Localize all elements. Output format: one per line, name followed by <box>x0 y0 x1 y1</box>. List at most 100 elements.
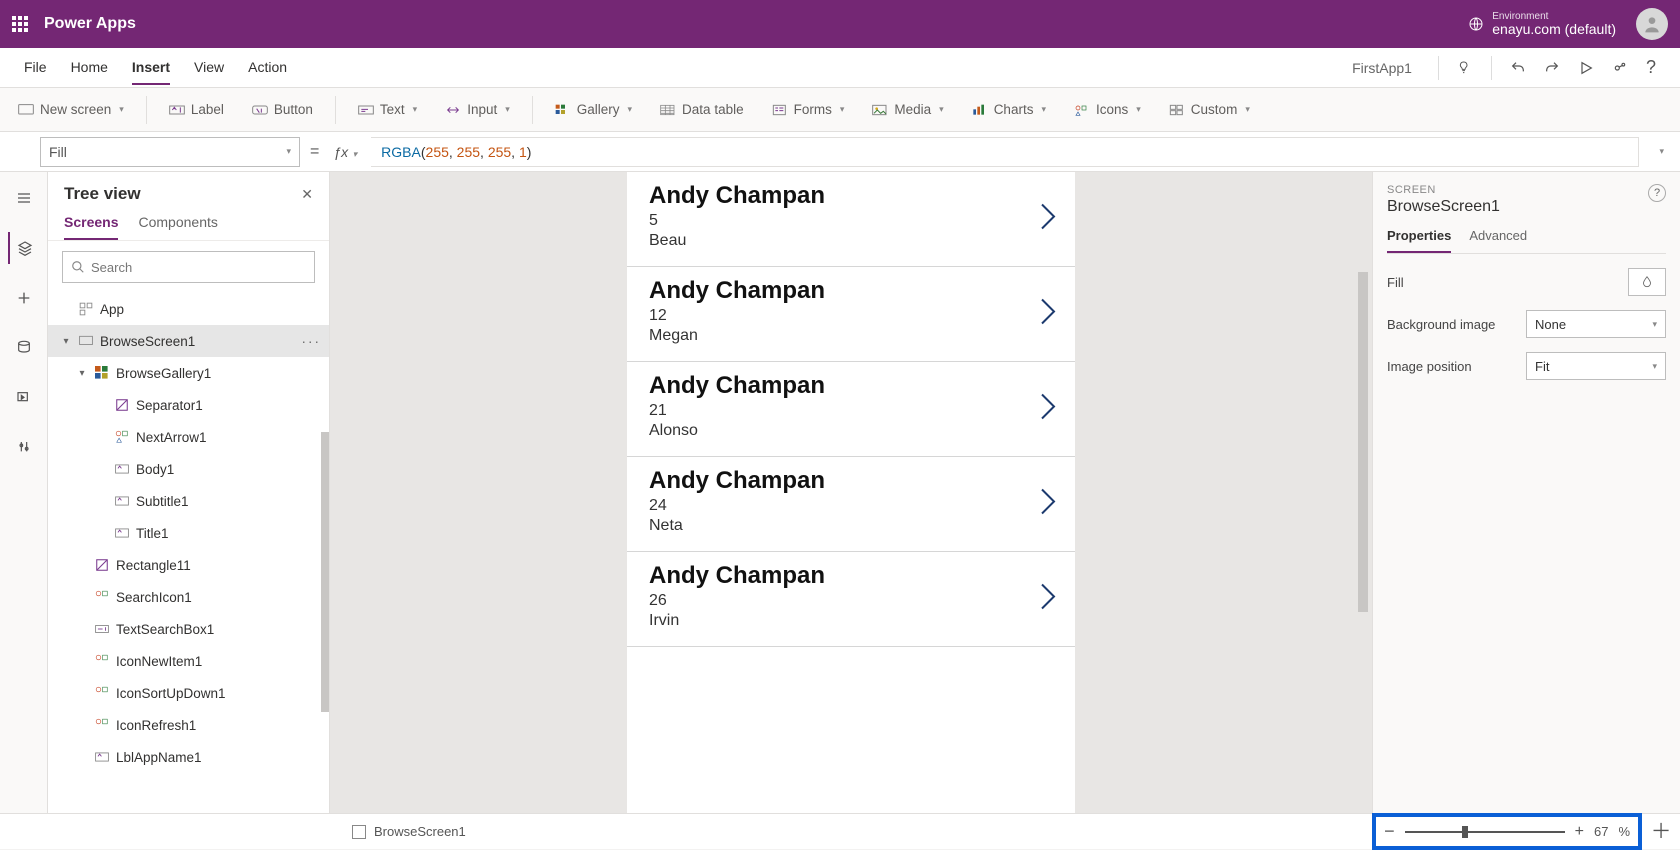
tree-node-browsescreen1[interactable]: ▾ BrowseScreen1 ··· <box>48 325 329 357</box>
tree-node-browsegallery1[interactable]: ▾ BrowseGallery1 <box>48 357 329 389</box>
ribbon-data-table[interactable]: Data table <box>650 96 754 123</box>
rail-data[interactable] <box>8 332 40 364</box>
tree-node-label: Rectangle11 <box>116 558 191 573</box>
tree-node-body1[interactable]: Body1 <box>48 453 329 485</box>
tree-node-label: BrowseGallery1 <box>116 366 211 381</box>
tree-node-rectangle11[interactable]: Rectangle11 <box>48 549 329 581</box>
formula-input[interactable]: RGBA(255, 255, 255, 1) <box>371 137 1639 167</box>
share-icon[interactable] <box>1612 60 1628 76</box>
ribbon-charts[interactable]: Charts▾ <box>962 96 1056 123</box>
ribbon-label[interactable]: Label <box>159 96 234 123</box>
more-icon[interactable]: ··· <box>302 334 322 349</box>
next-arrow-icon[interactable] <box>1039 297 1057 332</box>
product-title: Power Apps <box>44 15 136 33</box>
fill-color-picker[interactable] <box>1628 268 1666 296</box>
property-selector[interactable]: Fill ▾ <box>40 137 300 167</box>
tree-node-searchicon1[interactable]: SearchIcon1 <box>48 581 329 613</box>
zoom-handle[interactable] <box>1462 826 1468 838</box>
play-icon[interactable] <box>1578 60 1594 76</box>
menu-file[interactable]: File <box>24 51 47 85</box>
rectangle-icon <box>95 558 109 572</box>
ribbon-new-screen[interactable]: New screen▾ <box>8 96 134 123</box>
breadcrumb[interactable]: BrowseScreen1 <box>374 824 466 839</box>
gallery-item[interactable]: Andy Champan 24 Neta <box>627 457 1075 552</box>
tree-node-label: IconNewItem1 <box>116 654 202 669</box>
fit-to-window-icon[interactable] <box>1648 819 1673 844</box>
gallery-item[interactable]: Andy Champan 5 Beau <box>627 172 1075 267</box>
scrollbar-thumb[interactable] <box>1358 272 1368 612</box>
left-rail <box>0 172 48 813</box>
tree-node-textsearchbox1[interactable]: TextSearchBox1 <box>48 613 329 645</box>
zoom-slider[interactable] <box>1405 831 1565 833</box>
tree-node-separator1[interactable]: Separator1 <box>48 389 329 421</box>
ribbon-media-label: Media <box>894 102 931 117</box>
environment-picker[interactable]: Environment enayu.com (default) <box>1468 11 1616 37</box>
gallery-item[interactable]: Andy Champan 12 Megan <box>627 267 1075 362</box>
rail-insert[interactable] <box>8 282 40 314</box>
tab-properties[interactable]: Properties <box>1387 228 1451 253</box>
zoom-in-button[interactable]: + <box>1575 823 1584 841</box>
tree-search-input[interactable]: Search <box>62 251 315 283</box>
app-checker-icon[interactable] <box>1457 60 1473 76</box>
tab-advanced[interactable]: Advanced <box>1469 228 1527 253</box>
menu-home[interactable]: Home <box>71 51 108 85</box>
next-arrow-icon[interactable] <box>1039 582 1057 617</box>
canvas-area[interactable]: Andy Champan 5 Beau Andy Champan 12 Mega… <box>330 172 1372 813</box>
user-avatar[interactable] <box>1636 8 1668 40</box>
menu-action[interactable]: Action <box>248 51 287 85</box>
image-position-select[interactable]: Fit▾ <box>1526 352 1666 380</box>
ribbon-media[interactable]: Media▾ <box>862 96 953 123</box>
zoom-out-button[interactable]: − <box>1384 821 1395 842</box>
gallery-body: Beau <box>649 232 1053 250</box>
ribbon-icons[interactable]: Icons▾ <box>1064 96 1151 123</box>
formula-expand-icon[interactable]: ▾ <box>1651 146 1672 157</box>
fx-icon[interactable]: ƒx ▾ <box>329 144 361 160</box>
tree-node-iconsortupdown1[interactable]: IconSortUpDown1 <box>48 677 329 709</box>
color-picker-icon <box>1640 275 1654 289</box>
rail-hamburger[interactable] <box>8 182 40 214</box>
ribbon-custom[interactable]: Custom▾ <box>1159 96 1260 123</box>
forms-icon <box>772 103 788 117</box>
next-arrow-icon[interactable] <box>1039 487 1057 522</box>
charts-icon <box>972 103 988 117</box>
tree-node-nextarrow1[interactable]: NextArrow1 <box>48 421 329 453</box>
tree-node-label: Subtitle1 <box>136 494 189 509</box>
scrollbar-thumb[interactable] <box>321 432 329 712</box>
tree-node-iconnewitem1[interactable]: IconNewItem1 <box>48 645 329 677</box>
tree-node-lblappname1[interactable]: LblAppName1 <box>48 741 329 773</box>
ribbon-forms[interactable]: Forms▾ <box>762 96 855 123</box>
next-arrow-icon[interactable] <box>1039 202 1057 237</box>
undo-icon[interactable] <box>1510 60 1526 76</box>
gallery-item[interactable]: Andy Champan 26 Irvin <box>627 552 1075 647</box>
gallery-body: Neta <box>649 517 1053 535</box>
ribbon-input[interactable]: Input▾ <box>435 96 520 123</box>
help-icon[interactable]: ? <box>1648 184 1666 202</box>
tree-node-subtitle1[interactable]: Subtitle1 <box>48 485 329 517</box>
close-tree-button[interactable]: ✕ <box>301 186 313 203</box>
app-launcher-icon[interactable] <box>12 16 28 32</box>
rail-tools[interactable] <box>8 432 40 464</box>
rail-tree-view[interactable] <box>8 232 40 264</box>
text-input-icon <box>95 623 109 635</box>
ribbon-gallery[interactable]: Gallery▾ <box>545 96 642 123</box>
bg-image-select[interactable]: None▾ <box>1526 310 1666 338</box>
selection-checkbox[interactable] <box>352 825 366 839</box>
tree-node-app[interactable]: App <box>48 293 329 325</box>
menu-view[interactable]: View <box>194 51 224 85</box>
next-arrow-icon[interactable] <box>1039 392 1057 427</box>
tab-screens[interactable]: Screens <box>64 214 118 240</box>
tab-components[interactable]: Components <box>138 214 217 240</box>
redo-icon[interactable] <box>1544 60 1560 76</box>
canvas-scrollbar[interactable] <box>1356 172 1368 813</box>
gallery-item[interactable]: Andy Champan 21 Alonso <box>627 362 1075 457</box>
rail-media[interactable] <box>8 382 40 414</box>
ribbon-text[interactable]: Text▾ <box>348 96 427 123</box>
ribbon-button[interactable]: Button <box>242 96 323 123</box>
search-icon <box>71 260 85 274</box>
tree-node-iconrefresh1[interactable]: IconRefresh1 <box>48 709 329 741</box>
tree-node-title1[interactable]: Title1 <box>48 517 329 549</box>
hamburger-icon <box>16 190 32 206</box>
help-icon[interactable]: ? <box>1646 57 1656 78</box>
menu-insert[interactable]: Insert <box>132 51 170 85</box>
gallery-subtitle: 21 <box>649 402 1053 420</box>
